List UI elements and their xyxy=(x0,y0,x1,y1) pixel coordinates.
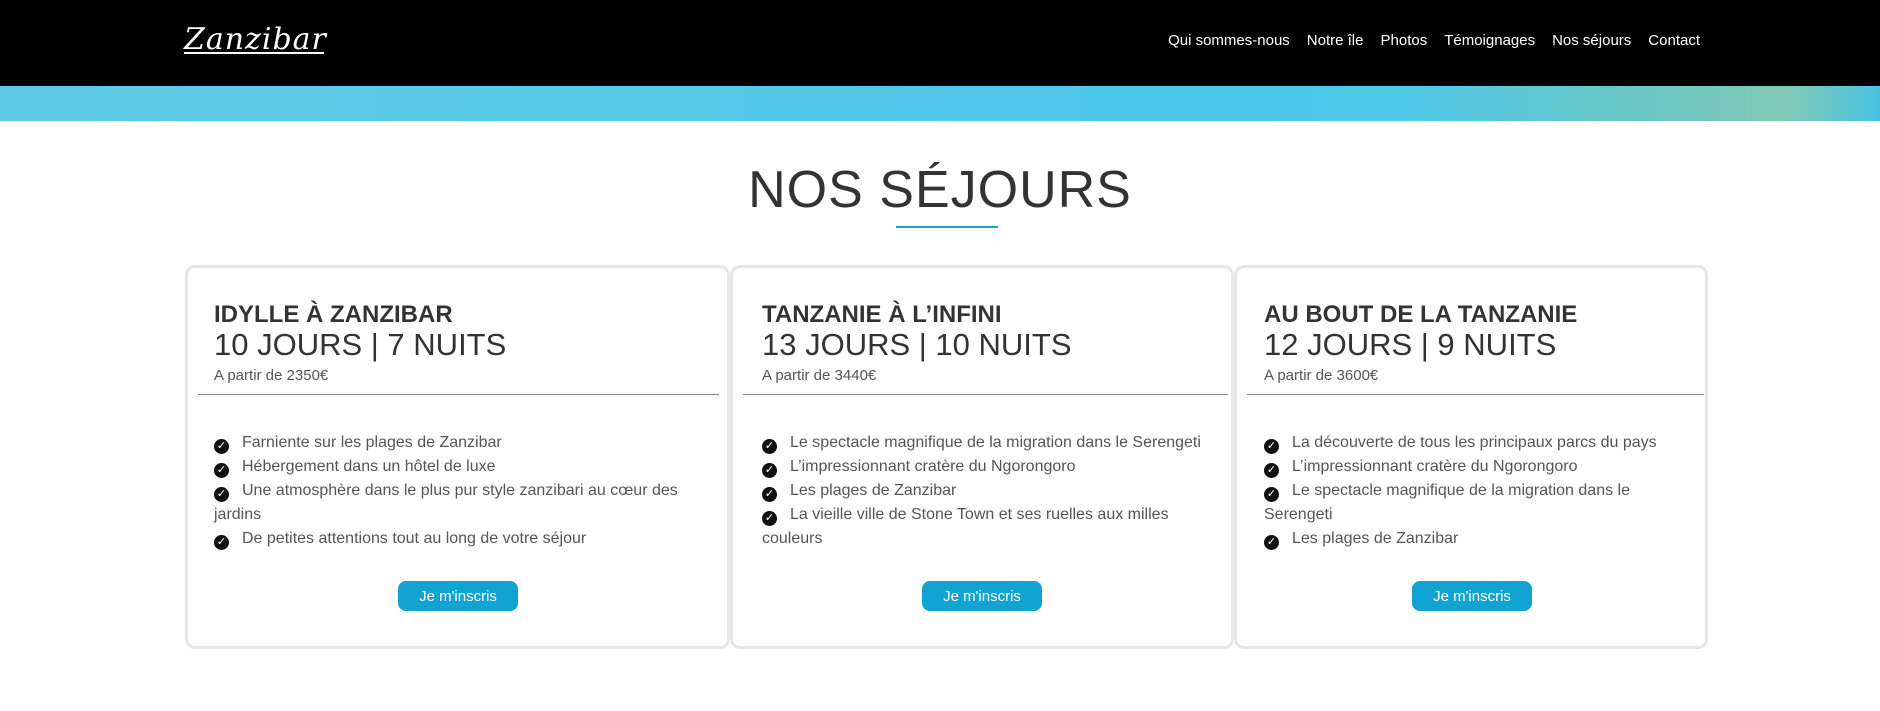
nav-link-nos-sejours[interactable]: Nos séjours xyxy=(1552,32,1631,49)
check-circle-icon: ✓ xyxy=(762,487,777,502)
signup-button[interactable]: Je m'inscris xyxy=(1412,581,1532,611)
check-circle-icon: ✓ xyxy=(214,487,229,502)
list-item: ✓ De petites attentions tout au long de v… xyxy=(214,527,694,551)
card-divider xyxy=(1247,394,1704,395)
check-circle-icon: ✓ xyxy=(214,535,229,550)
card-price: A partir de 2350€ xyxy=(214,367,329,384)
logo-underline xyxy=(184,52,324,54)
offer-card-idylle: IDYLLE À ZANZIBAR 10 JOURS | 7 NUITS A p… xyxy=(185,265,730,649)
list-item: ✓ Les plages de Zanzibar xyxy=(762,479,1207,503)
list-item: ✓ La vieille ville de Stone Town et ses r… xyxy=(762,506,1169,547)
feature-list: ✓ Farniente sur les plages de Zanzibar ✓ H… xyxy=(214,431,694,551)
card-duration: 12 JOURS | 9 NUITS xyxy=(1264,327,1557,362)
check-circle-icon: ✓ xyxy=(214,439,229,454)
card-title: IDYLLE À ZANZIBAR xyxy=(214,301,453,328)
list-item: ✓ Les plages de Zanzibar xyxy=(1264,527,1664,551)
signup-button[interactable]: Je m'inscris xyxy=(398,581,518,611)
signup-button[interactable]: Je m'inscris xyxy=(922,581,1042,611)
card-duration: 10 JOURS | 7 NUITS xyxy=(214,327,507,362)
nav-link-temoignages[interactable]: Témoignages xyxy=(1444,32,1535,49)
title-underline xyxy=(896,226,998,228)
check-circle-icon: ✓ xyxy=(1264,487,1279,502)
check-circle-icon: ✓ xyxy=(1264,535,1279,550)
check-circle-icon: ✓ xyxy=(1264,463,1279,478)
list-item: ✓ Le spectacle magnifique de la migration… xyxy=(762,431,1207,455)
list-item: ✓ Une atmosphère dans le plus pur style z… xyxy=(214,482,678,523)
section-title: NOS SÉJOURS xyxy=(748,161,1132,219)
offer-card-tanzanie-infini: TANZANIE À L’INFINI 13 JOURS | 10 NUITS … xyxy=(730,265,1234,649)
offer-card-bout-tanzanie: AU BOUT DE LA TANZANIE 12 JOURS | 9 NUIT… xyxy=(1234,265,1708,649)
feature-list: ✓ La découverte de tous les principaux pa… xyxy=(1264,431,1664,551)
nav-link-contact[interactable]: Contact xyxy=(1648,32,1700,49)
card-price: A partir de 3600€ xyxy=(1264,367,1379,384)
check-circle-icon: ✓ xyxy=(214,463,229,478)
list-item: ✓ Hébergement dans un hôtel de luxe xyxy=(214,455,694,479)
list-item: ✓ Le spectacle magnifique de la migration… xyxy=(1264,482,1630,523)
card-duration: 13 JOURS | 10 NUITS xyxy=(762,327,1072,362)
check-circle-icon: ✓ xyxy=(762,439,777,454)
check-circle-icon: ✓ xyxy=(1264,439,1279,454)
check-circle-icon: ✓ xyxy=(762,511,777,526)
nav-link-notre-ile[interactable]: Notre île xyxy=(1307,32,1364,49)
list-item: ✓ Farniente sur les plages de Zanzibar xyxy=(214,431,694,455)
check-circle-icon: ✓ xyxy=(762,463,777,478)
card-divider xyxy=(198,394,719,395)
card-price: A partir de 3440€ xyxy=(762,367,877,384)
main-nav: Qui sommes-nous Notre île Photos Témoign… xyxy=(1168,32,1700,49)
list-item: ✓ L’impressionnant cratère du Ngorongoro xyxy=(762,455,1207,479)
list-item: ✓ La découverte de tous les principaux pa… xyxy=(1264,431,1664,455)
card-title: TANZANIE À L’INFINI xyxy=(762,301,1002,328)
list-item: ✓ L’impressionnant cratère du Ngorongoro xyxy=(1264,455,1664,479)
top-navbar: Zanzibar Qui sommes-nous Notre île Photo… xyxy=(0,0,1880,86)
card-divider xyxy=(743,394,1228,395)
hero-image-strip xyxy=(0,86,1880,121)
feature-list: ✓ Le spectacle magnifique de la migration… xyxy=(762,431,1207,551)
nav-link-photos[interactable]: Photos xyxy=(1381,32,1428,49)
nav-link-qui-sommes-nous[interactable]: Qui sommes-nous xyxy=(1168,32,1290,49)
card-title: AU BOUT DE LA TANZANIE xyxy=(1264,301,1578,328)
